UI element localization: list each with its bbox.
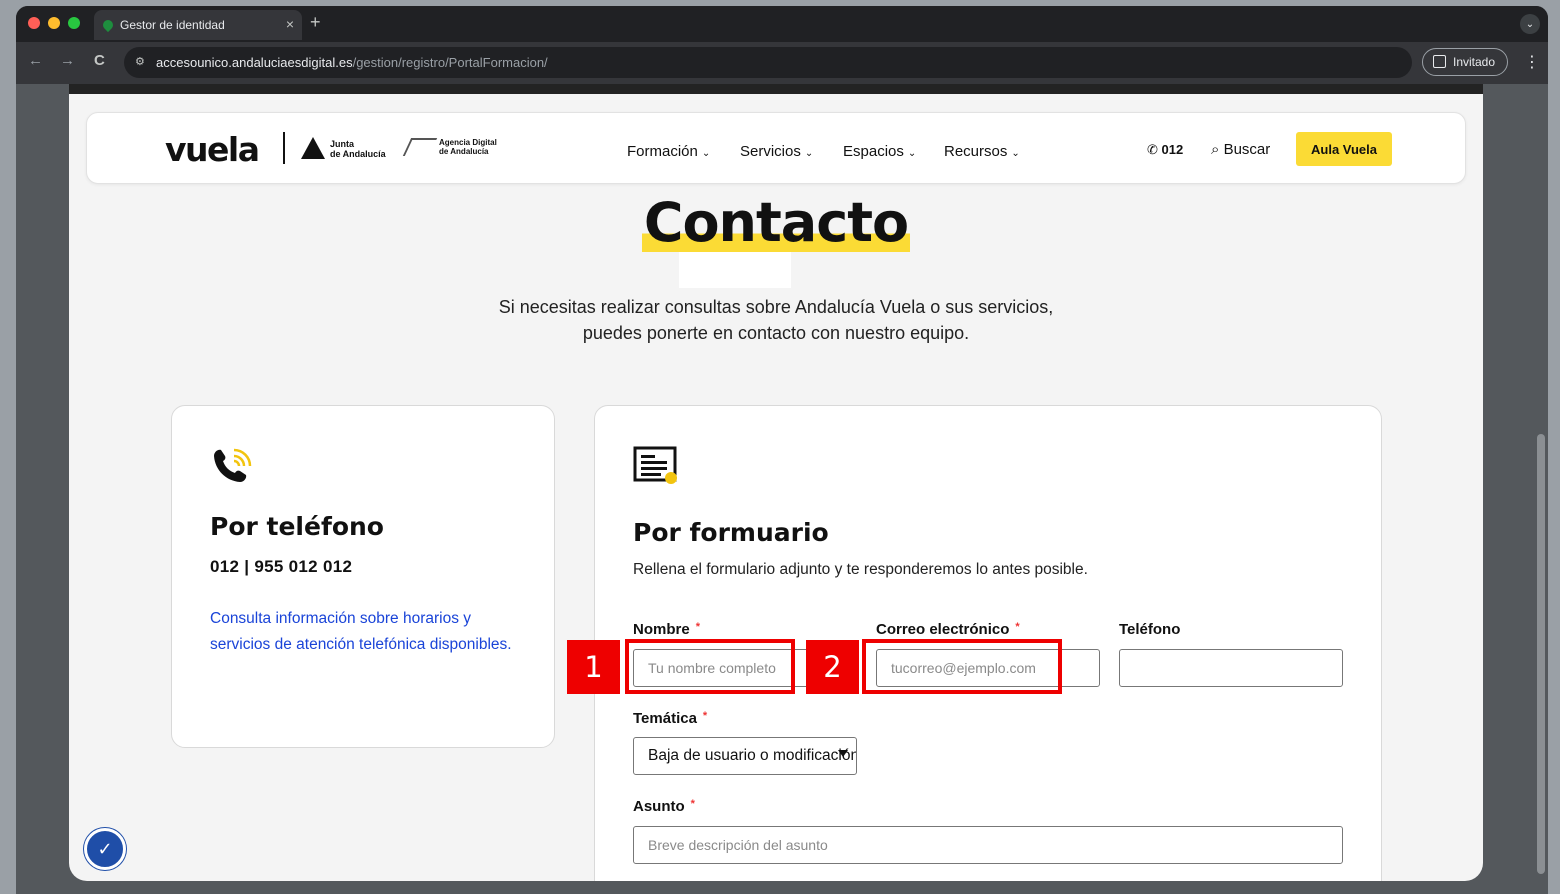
top-strip xyxy=(69,84,1483,94)
phone-info-link[interactable]: Consulta información sobre horarios y se… xyxy=(210,606,530,658)
subject-label: Asunto * xyxy=(633,798,695,815)
phone-input[interactable] xyxy=(1119,649,1343,687)
url-host: accesounico.andaluciaesdigital.es xyxy=(156,55,353,70)
back-arrow-icon[interactable]: ← xyxy=(28,52,43,69)
profile-label: Invitado xyxy=(1453,55,1496,69)
chevron-down-icon: ⌄ xyxy=(701,148,711,159)
profile-button[interactable]: Invitado xyxy=(1422,48,1508,76)
phone-contact-card: Por teléfono 012 | 955 012 012 Consulta … xyxy=(171,405,555,748)
phone-card-heading: Por teléfono xyxy=(210,512,384,541)
logo-separator xyxy=(283,132,285,164)
vuela-logo[interactable]: vuela xyxy=(165,130,260,169)
reload-icon[interactable]: C xyxy=(94,52,105,69)
topic-select[interactable]: Baja de usuario o modificación xyxy=(633,737,857,775)
agencia-logo-text[interactable]: Agencia Digital de Andalucía xyxy=(439,138,497,156)
name-label: Nombre * xyxy=(633,621,700,638)
topic-label: Temática * xyxy=(633,710,708,727)
close-window-button[interactable] xyxy=(28,17,40,29)
intro-text: Si necesitas realizar consultas sobre An… xyxy=(498,297,1054,343)
caret-down-icon xyxy=(838,750,848,757)
maximize-window-button[interactable] xyxy=(68,17,80,29)
browser-menu-icon[interactable]: ⋮ xyxy=(1524,52,1540,72)
page-scrollbar[interactable] xyxy=(1537,434,1545,874)
address-bar[interactable]: ⚙ accesounico.andaluciaesdigital.es/gest… xyxy=(124,47,1412,78)
topic-selected-value: Baja de usuario o modificación xyxy=(648,747,857,764)
web-page: vuela Junta de Andalucía Agencia Digital d… xyxy=(69,84,1483,881)
phone-label: Teléfono xyxy=(1119,621,1181,638)
form-screen-icon xyxy=(633,446,677,484)
minimize-window-button[interactable] xyxy=(48,17,60,29)
nav-formacion[interactable]: Formación ⌄ xyxy=(627,143,710,160)
form-card-heading: Por formuario xyxy=(633,518,829,547)
tab-bar: Gestor de identidad × + ⌄ xyxy=(16,6,1548,42)
shield-favicon-icon xyxy=(100,17,116,33)
title-wrapper: Contacto xyxy=(69,194,1483,252)
annotation-badge-2: 2 xyxy=(806,640,859,694)
annotation-box-1 xyxy=(625,639,795,694)
accessibility-button[interactable]: ✓ xyxy=(84,828,126,870)
junta-logo-text[interactable]: Junta de Andalucía xyxy=(330,139,386,159)
title-mask xyxy=(679,252,791,288)
tab-title: Gestor de identidad xyxy=(120,18,225,32)
page-viewport: vuela Junta de Andalucía Agencia Digital d… xyxy=(16,84,1548,894)
chevron-down-icon: ⌄ xyxy=(1011,148,1020,159)
close-tab-icon[interactable]: × xyxy=(286,16,294,32)
guest-profile-icon xyxy=(1433,55,1446,68)
page-title: Contacto xyxy=(641,191,911,254)
nav-espacios[interactable]: Espacios ⌄ xyxy=(843,143,916,160)
search-icon: ⌕ xyxy=(1211,141,1224,158)
email-label: Correo electrónico * xyxy=(876,621,1020,638)
agencia-logo-icon xyxy=(402,138,438,156)
chevron-down-icon: ⌄ xyxy=(907,148,917,159)
subject-input[interactable] xyxy=(633,826,1343,864)
url-path: /gestion/registro/PortalFormacion/ xyxy=(352,55,548,70)
phone-icon: ✆ xyxy=(1147,142,1162,157)
browser-window: Gestor de identidad × + ⌄ ← → C ⚙ acceso… xyxy=(16,6,1548,894)
phone-numbers: 012 | 955 012 012 xyxy=(210,557,353,576)
accessibility-icon: ✓ xyxy=(97,838,113,859)
form-description: Rellena el formulario adjunto y te respo… xyxy=(633,561,1088,578)
junta-logo-icon xyxy=(301,137,325,159)
forward-arrow-icon[interactable]: → xyxy=(60,52,75,69)
nav-servicios[interactable]: Servicios ⌄ xyxy=(740,143,813,160)
header-search-button[interactable]: ⌕ Buscar xyxy=(1211,141,1270,158)
new-tab-button[interactable]: + xyxy=(310,12,321,33)
chevron-down-icon: ⌄ xyxy=(804,148,814,159)
site-info-icon[interactable]: ⚙ xyxy=(135,55,145,68)
tab-search-button[interactable]: ⌄ xyxy=(1520,14,1540,34)
annotation-box-2 xyxy=(862,639,1062,694)
tab-gestor-identidad[interactable]: Gestor de identidad × xyxy=(94,10,302,40)
site-header: vuela Junta de Andalucía Agencia Digital d… xyxy=(86,112,1466,184)
nav-recursos[interactable]: Recursos ⌄ xyxy=(944,143,1020,160)
browser-toolbar: ← → C ⚙ accesounico.andaluciaesdigital.e… xyxy=(16,42,1548,84)
annotation-badge-1: 1 xyxy=(567,640,620,694)
aula-vuela-button[interactable]: Aula Vuela xyxy=(1296,132,1392,166)
header-phone-link[interactable]: ✆ 012 xyxy=(1147,142,1183,158)
phone-ringing-icon xyxy=(214,448,252,482)
